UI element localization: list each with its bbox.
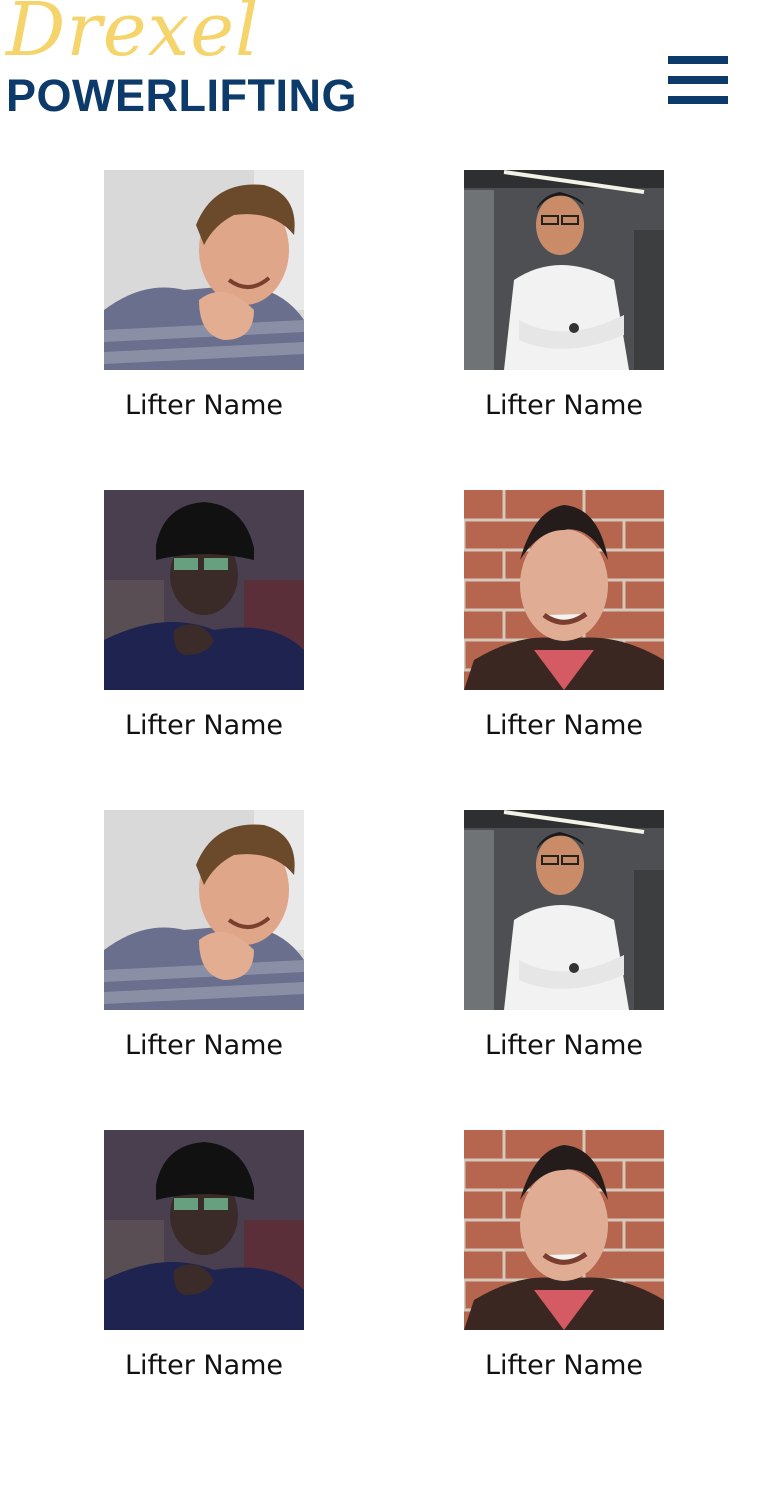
portrait-man-glasses-white-shirt-arms-crossed: [464, 170, 664, 370]
lifter-card[interactable]: Lifter Name: [464, 170, 664, 440]
portrait-smiling-young-man-striped-sweater: [104, 170, 304, 370]
lifter-card[interactable]: Lifter Name: [104, 490, 304, 760]
lifter-name: Lifter Name: [124, 1030, 284, 1061]
lifter-card[interactable]: Lifter Name: [104, 1130, 304, 1400]
lifter-name: Lifter Name: [484, 1350, 644, 1381]
menu-bar-top: [668, 56, 728, 64]
lifter-name: Lifter Name: [484, 390, 644, 421]
portrait-man-glasses-white-shirt-arms-crossed: [464, 810, 664, 1010]
portrait-man-brick-wall-plaid-shirt: [464, 490, 664, 690]
portrait-smiling-young-man-striped-sweater: [104, 810, 304, 1010]
portrait-man-brick-wall-plaid-shirt: [464, 1130, 664, 1330]
portrait-man-black-hat-glasses: [104, 1130, 304, 1330]
lifter-card[interactable]: Lifter Name: [104, 170, 304, 440]
logo-wordmark: POWERLIFTING: [6, 70, 357, 121]
menu-bar-middle: [668, 76, 728, 84]
lifter-name: Lifter Name: [484, 710, 644, 741]
logo-script-text: Drexel: [6, 0, 260, 73]
lifter-name: Lifter Name: [124, 1350, 284, 1381]
lifter-card[interactable]: Lifter Name: [464, 810, 664, 1080]
portrait-man-black-hat-glasses: [104, 490, 304, 690]
lifter-card[interactable]: Lifter Name: [104, 810, 304, 1080]
lifter-name: Lifter Name: [124, 390, 284, 421]
hamburger-menu-icon[interactable]: [668, 56, 728, 104]
site-header: Drexel POWERLIFTING: [0, 0, 768, 130]
lifter-card[interactable]: Lifter Name: [464, 490, 664, 760]
lifter-name: Lifter Name: [484, 1030, 644, 1061]
lifter-card[interactable]: Lifter Name: [464, 1130, 664, 1400]
menu-bar-bottom: [668, 96, 728, 104]
lifter-name: Lifter Name: [124, 710, 284, 741]
drexel-powerlifting-logo[interactable]: Drexel POWERLIFTING: [6, 0, 396, 120]
